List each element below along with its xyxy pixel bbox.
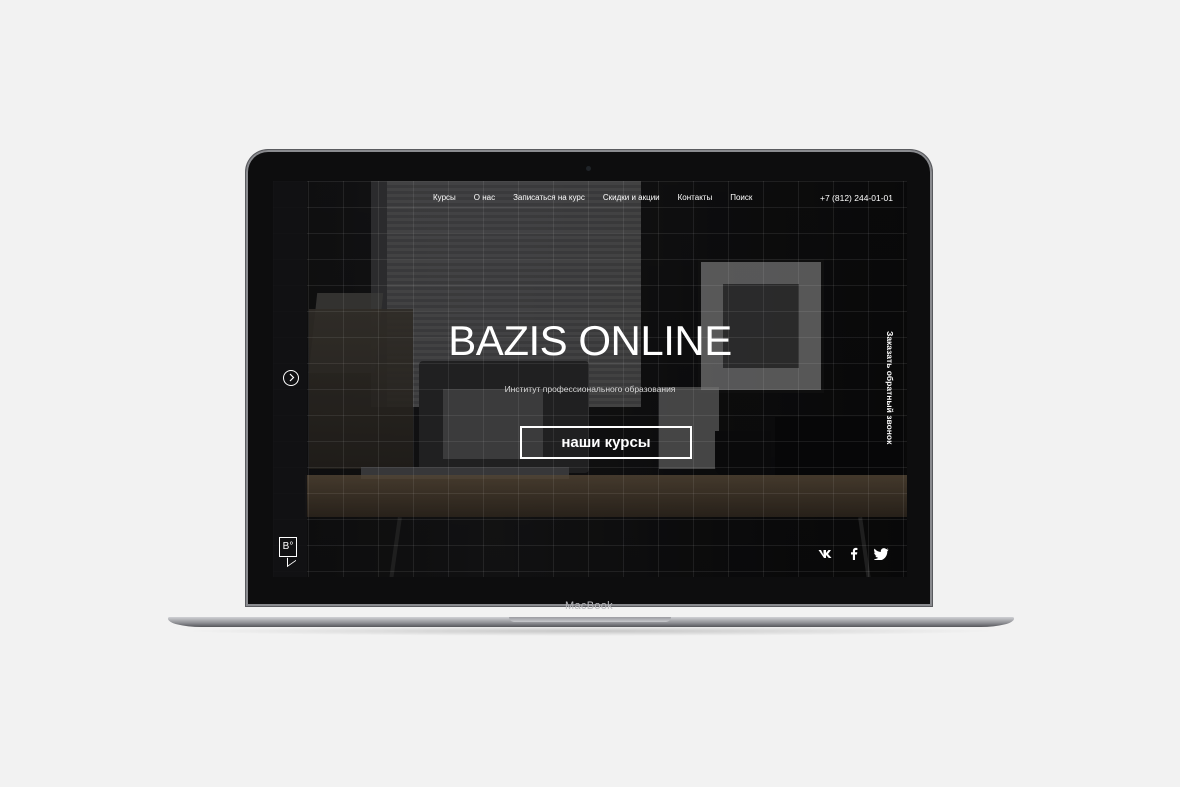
facebook-icon[interactable] [850, 547, 858, 562]
slider-next-button[interactable] [283, 370, 299, 386]
grid-overlay [273, 181, 907, 577]
nav-item-search[interactable]: Поиск [730, 193, 752, 202]
vk-glyph [818, 549, 832, 558]
hero-subtitle: Институт профессионального образования [504, 384, 676, 394]
laptop-shadow [180, 626, 1002, 636]
our-courses-button[interactable]: наши курсы [520, 426, 692, 459]
vk-icon[interactable] [818, 549, 834, 561]
hero-title: BAZIS ONLINE [448, 317, 732, 364]
twitter-icon[interactable] [873, 547, 889, 562]
social-links [818, 547, 889, 562]
camera-icon [586, 166, 591, 171]
callback-link[interactable]: Заказать обратный звонок [885, 331, 895, 444]
nav-item-about[interactable]: О нас [474, 193, 495, 202]
main-nav: Курсы О нас Записаться на курс Скидки и … [433, 193, 752, 202]
laptop-notch [509, 617, 671, 622]
laptop-base [168, 617, 1014, 627]
nav-item-enroll[interactable]: Записаться на курс [513, 193, 585, 202]
chevron-right-icon [289, 373, 294, 382]
phone-number[interactable]: +7 (812) 244-01-01 [820, 193, 893, 203]
nav-item-courses[interactable]: Курсы [433, 193, 456, 202]
twitter-glyph [873, 547, 889, 560]
mockup-stage: Курсы О нас Записаться на курс Скидки и … [0, 0, 1180, 787]
nav-item-discounts[interactable]: Скидки и акции [603, 193, 660, 202]
nav-item-contacts[interactable]: Контакты [678, 193, 713, 202]
laptop-lid: Курсы О нас Записаться на курс Скидки и … [246, 150, 932, 612]
device-label: MacBook [565, 600, 613, 612]
website-screen: Курсы О нас Записаться на курс Скидки и … [273, 181, 907, 577]
facebook-glyph [851, 547, 858, 560]
